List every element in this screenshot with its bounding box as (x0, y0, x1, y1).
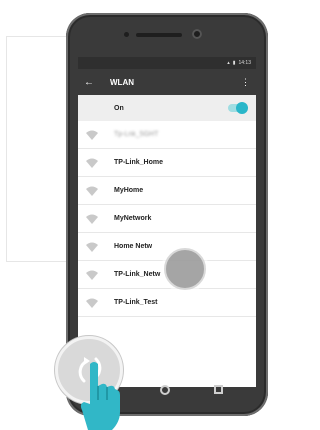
battery-icon: ▮ (232, 60, 236, 66)
switch-knob (236, 102, 248, 114)
nav-home-icon[interactable] (160, 385, 170, 395)
list-item[interactable]: TP-Link_Home (78, 149, 256, 177)
network-ssid: Tp-Lnk_5GHT (114, 131, 159, 138)
network-ssid: TP-Link_Test (114, 299, 158, 306)
wifi-icon (86, 242, 98, 252)
earpiece-speaker (136, 33, 182, 37)
pointing-hand-icon (80, 362, 120, 430)
wifi-icon (86, 158, 98, 168)
phone-screen: ▴ ▮ 14:13 ← WLAN ⋮ On Tp-Lnk_5GHT TP-Lin… (78, 57, 256, 387)
app-bar: ← WLAN ⋮ (78, 69, 256, 95)
sensor-dot (124, 32, 129, 37)
wlan-switch[interactable] (228, 102, 248, 114)
toggle-label: On (114, 104, 124, 112)
signal-icon: ▴ (227, 60, 230, 66)
back-arrow-icon[interactable]: ← (84, 77, 100, 88)
page-title: WLAN (110, 77, 134, 87)
list-item[interactable]: Tp-Lnk_5GHT (78, 121, 256, 149)
list-item[interactable]: TP-Link_Test (78, 289, 256, 317)
front-camera (192, 29, 202, 39)
status-time: 14:13 (238, 60, 251, 66)
list-item[interactable]: MyHome (78, 177, 256, 205)
wifi-icon (86, 214, 98, 224)
wlan-toggle-row[interactable]: On (78, 95, 256, 121)
network-ssid: Home Netw (114, 243, 153, 250)
more-vert-icon[interactable]: ⋮ (241, 77, 250, 88)
touch-indicator (164, 248, 206, 290)
wlan-network-list: Tp-Lnk_5GHT TP-Link_Home MyHome MyNetwor… (78, 121, 256, 317)
wifi-icon (86, 186, 98, 196)
network-ssid: MyHome (114, 187, 144, 194)
nav-recent-icon[interactable] (214, 385, 223, 394)
network-ssid: TP-Link_Netw (114, 271, 161, 278)
wifi-icon (86, 270, 98, 280)
wifi-icon (86, 298, 98, 308)
list-item[interactable]: MyNetwork (78, 205, 256, 233)
network-ssid: MyNetwork (114, 215, 152, 222)
network-ssid: TP-Link_Home (114, 159, 164, 166)
status-bar: ▴ ▮ 14:13 (78, 57, 256, 69)
wifi-icon (86, 130, 98, 140)
